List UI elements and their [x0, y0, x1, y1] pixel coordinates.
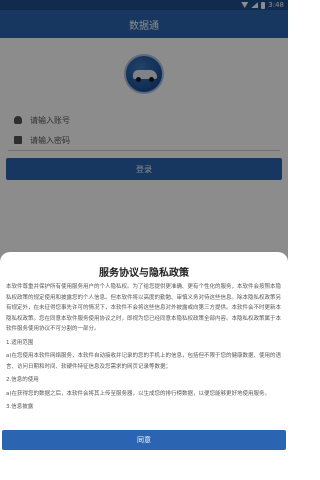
- section-paragraph: a)在获得您的数据之后，本软件会将其上传至服务器，以生成您的排行榜数据，以便您能…: [6, 390, 271, 397]
- agree-button[interactable]: 同意: [2, 430, 286, 450]
- dialog-body[interactable]: 本软件尊重并保护所有使用服务用户的个人隐私权。为了给您提供更准确、更有个性化的服…: [6, 282, 282, 426]
- section-heading: 3.信息披露: [6, 404, 34, 410]
- section-heading: 1.适用范围: [6, 339, 34, 346]
- section-paragraph: a)在您使用本软件网络服务，本软件自动接收并记录的您的手机上的信息，包括但不限于…: [6, 353, 282, 370]
- section-heading: 2.信息的使用: [6, 377, 39, 383]
- dialog-title: 服务协议与隐私政策: [99, 268, 189, 279]
- intro-paragraph: 本软件尊重并保护所有使用服务用户的个人隐私权。为了给您提供更准确、更有个性化的服…: [6, 284, 282, 332]
